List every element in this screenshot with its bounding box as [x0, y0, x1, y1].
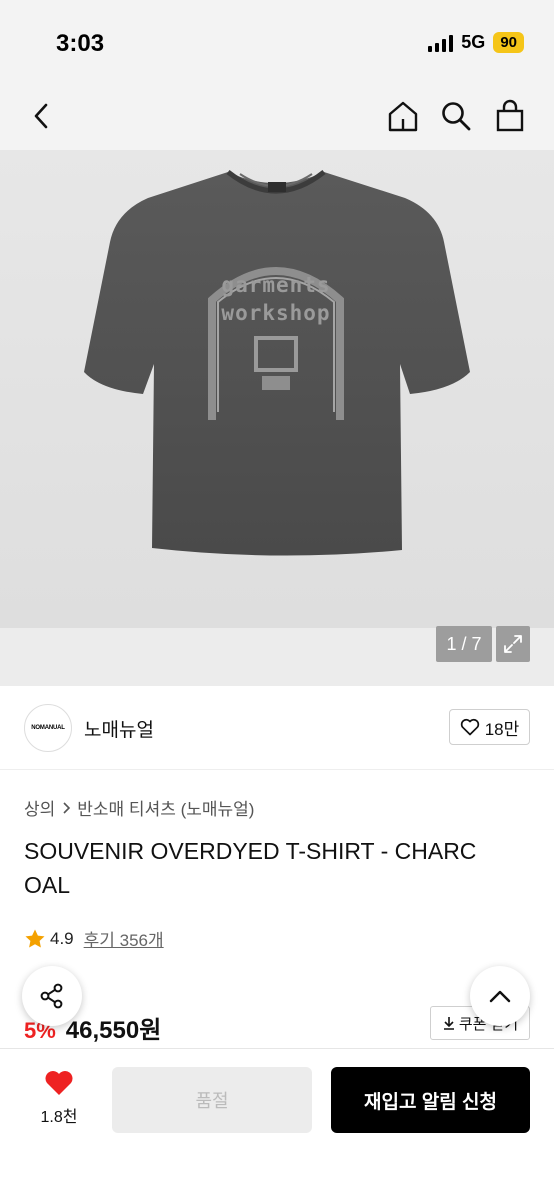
status-time: 3:03: [56, 30, 105, 57]
product-title-line-2: OAL: [24, 872, 71, 898]
chevron-right-icon: [63, 801, 71, 814]
expand-button[interactable]: [496, 626, 530, 662]
share-icon: [40, 983, 63, 1009]
expand-icon: [504, 635, 522, 653]
product-image[interactable]: garments workshop: [0, 150, 554, 628]
sale-price: 46,550원: [65, 1017, 162, 1044]
brand-like-button[interactable]: 18만: [449, 709, 530, 745]
scroll-top-button[interactable]: [470, 966, 530, 1026]
heart-outline-icon: [460, 718, 479, 736]
heart-filled-icon: [45, 1071, 73, 1095]
shopping-bag-icon: [496, 99, 524, 132]
image-pager: 1 / 7: [436, 626, 492, 662]
product-gallery[interactable]: garments workshop 1 / 7: [0, 150, 554, 686]
star-icon: [25, 929, 45, 947]
back-button[interactable]: [22, 96, 62, 136]
rating: 4.9 후기 356개: [24, 926, 164, 951]
chevron-up-icon: [489, 990, 511, 1003]
wish-count: 1.8천: [40, 1109, 78, 1126]
cart-button[interactable]: [490, 96, 530, 136]
signal-icon: [428, 34, 454, 52]
home-icon: [388, 101, 418, 132]
print-line-2: workshop: [221, 301, 330, 325]
search-button[interactable]: [436, 96, 476, 136]
product-title: SOUVENIR OVERDYED T-SHIRT - CHARC OAL: [24, 834, 534, 902]
reviews-link[interactable]: 후기 356개: [84, 926, 164, 951]
bottom-action-bar: 1.8천 품절 재입고 알림 신청: [0, 1048, 554, 1200]
share-button[interactable]: [22, 966, 82, 1026]
search-icon: [442, 102, 471, 131]
network-label: 5G: [461, 32, 486, 52]
rating-score: 4.9: [50, 928, 74, 948]
brand-logo[interactable]: NOMANUAL: [24, 704, 72, 752]
restock-alert-button[interactable]: 재입고 알림 신청: [331, 1067, 530, 1133]
home-button[interactable]: [383, 96, 423, 136]
wish-button[interactable]: 1.8천: [24, 1069, 94, 1127]
breadcrumb-category[interactable]: 상의: [24, 795, 55, 820]
brand-name[interactable]: 노매뉴얼: [84, 715, 154, 742]
brand-row[interactable]: NOMANUAL 노매뉴얼 18만: [0, 686, 554, 770]
chevron-left-icon: [34, 103, 48, 129]
soldout-button: 품절: [112, 1067, 312, 1133]
status-indicators: 5G 90: [428, 32, 524, 53]
t-shirt-illustration: garments workshop: [84, 170, 470, 556]
print-line-1: garments: [221, 273, 330, 297]
download-icon: [443, 1017, 454, 1030]
breadcrumb-subcategory[interactable]: 반소매 티셔츠 (노매뉴얼): [77, 795, 254, 820]
status-bar: 3:03 5G 90: [0, 0, 554, 84]
brand-like-count: 18만: [484, 719, 520, 739]
breadcrumb: 상의 반소매 티셔츠 (노매뉴얼): [24, 795, 254, 820]
battery-badge: 90: [493, 32, 524, 53]
product-title-line-1: SOUVENIR OVERDYED T-SHIRT - CHARC: [24, 838, 477, 864]
nav-bar: [0, 84, 554, 150]
